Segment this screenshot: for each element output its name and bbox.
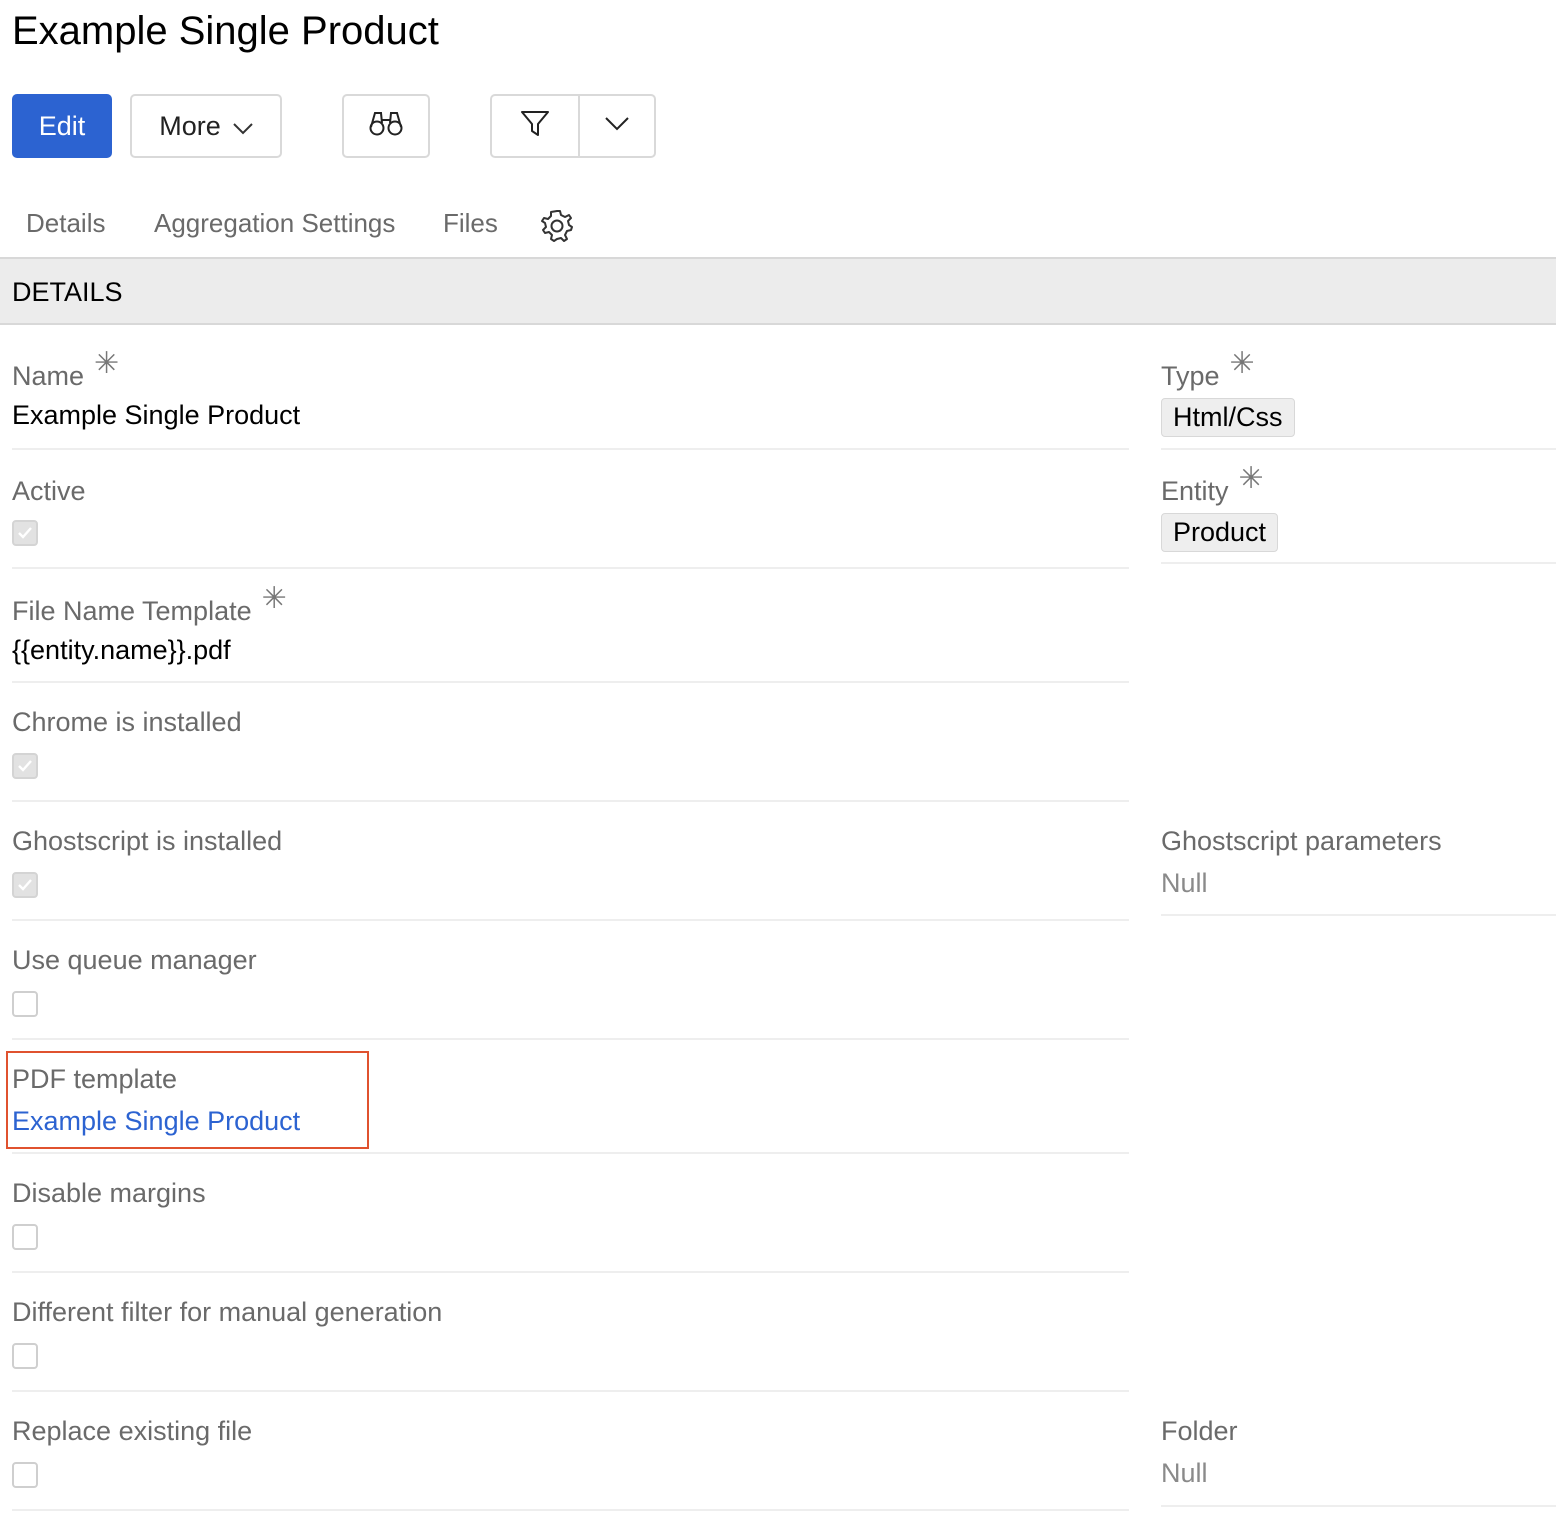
replace-existing-checkbox[interactable] [12, 1462, 38, 1488]
more-button-label: More [159, 110, 221, 141]
required-asterisk-icon: ✳ [261, 582, 287, 615]
field-different-filter: Different filter for manual generation [12, 1273, 1129, 1392]
required-asterisk-icon: ✳ [1238, 462, 1264, 495]
use-queue-manager-label: Use queue manager [12, 945, 257, 975]
field-name: Name ✳ Example Single Product [12, 340, 1129, 450]
field-folder: Folder Null [1161, 1392, 1556, 1507]
replace-existing-label: Replace existing file [12, 1416, 253, 1446]
folder-value: Null [1161, 1458, 1208, 1488]
name-label: Name ✳ [12, 347, 120, 391]
details-section-header: DETAILS [0, 257, 1556, 325]
filter-button-group [490, 94, 656, 158]
different-filter-checkbox[interactable] [12, 1343, 38, 1369]
required-asterisk-icon: ✳ [1229, 347, 1255, 380]
tab-bar: Details Aggregation Settings Files [0, 198, 1556, 254]
type-label: Type ✳ [1161, 347, 1255, 391]
filter-button[interactable] [492, 96, 580, 156]
filter-icon [520, 110, 550, 143]
ghostscript-installed-checkbox[interactable] [12, 872, 38, 898]
different-filter-label: Different filter for manual generation [12, 1297, 443, 1327]
name-value: Example Single Product [12, 400, 301, 430]
more-button[interactable]: More [130, 94, 282, 158]
folder-label: Folder [1161, 1416, 1238, 1446]
use-queue-manager-checkbox[interactable] [12, 991, 38, 1017]
search-button[interactable] [342, 94, 430, 158]
page-title: Example Single Product [12, 9, 439, 53]
field-replace-existing: Replace existing file [12, 1392, 1129, 1511]
tab-files[interactable]: Files [443, 208, 498, 239]
disable-margins-label: Disable margins [12, 1178, 206, 1208]
tab-aggregation-settings[interactable]: Aggregation Settings [154, 208, 395, 239]
active-label: Active [12, 476, 86, 506]
gear-icon[interactable] [540, 209, 574, 248]
field-ghostscript-parameters: Ghostscript parameters Null [1161, 802, 1556, 916]
chrome-installed-label: Chrome is installed [12, 707, 242, 737]
disable-margins-checkbox[interactable] [12, 1224, 38, 1250]
ghostscript-installed-label: Ghostscript is installed [12, 826, 283, 856]
field-entity: Entity ✳ Product [1161, 450, 1556, 564]
file-name-template-label: File Name Template ✳ [12, 582, 287, 626]
field-disable-margins: Disable margins [12, 1154, 1129, 1273]
file-name-template-value: {{entity.name}}.pdf [12, 635, 231, 665]
tab-details[interactable]: Details [26, 208, 105, 239]
required-asterisk-icon: ✳ [94, 347, 120, 380]
ghostscript-parameters-label: Ghostscript parameters [1161, 826, 1442, 856]
entity-badge: Product [1161, 513, 1279, 552]
type-badge: Html/Css [1161, 398, 1295, 437]
chevron-down-icon [233, 111, 253, 142]
field-active: Active [12, 450, 1129, 569]
field-chrome-installed: Chrome is installed [12, 683, 1129, 802]
section-title: DETAILS [12, 277, 123, 307]
chrome-installed-checkbox[interactable] [12, 753, 38, 779]
field-file-name-template: File Name Template ✳ {{entity.name}}.pdf [12, 569, 1129, 683]
highlight-box [6, 1051, 369, 1149]
field-ghostscript-installed: Ghostscript is installed [12, 802, 1129, 921]
filter-dropdown-button[interactable] [580, 96, 654, 156]
field-type: Type ✳ Html/Css [1161, 340, 1556, 450]
active-checkbox[interactable] [12, 520, 38, 546]
ghostscript-parameters-value: Null [1161, 868, 1208, 898]
chevron-down-icon [605, 116, 629, 136]
binoculars-icon [369, 109, 403, 144]
field-use-queue-manager: Use queue manager [12, 921, 1129, 1040]
entity-label: Entity ✳ [1161, 462, 1264, 506]
edit-button[interactable]: Edit [12, 94, 112, 158]
